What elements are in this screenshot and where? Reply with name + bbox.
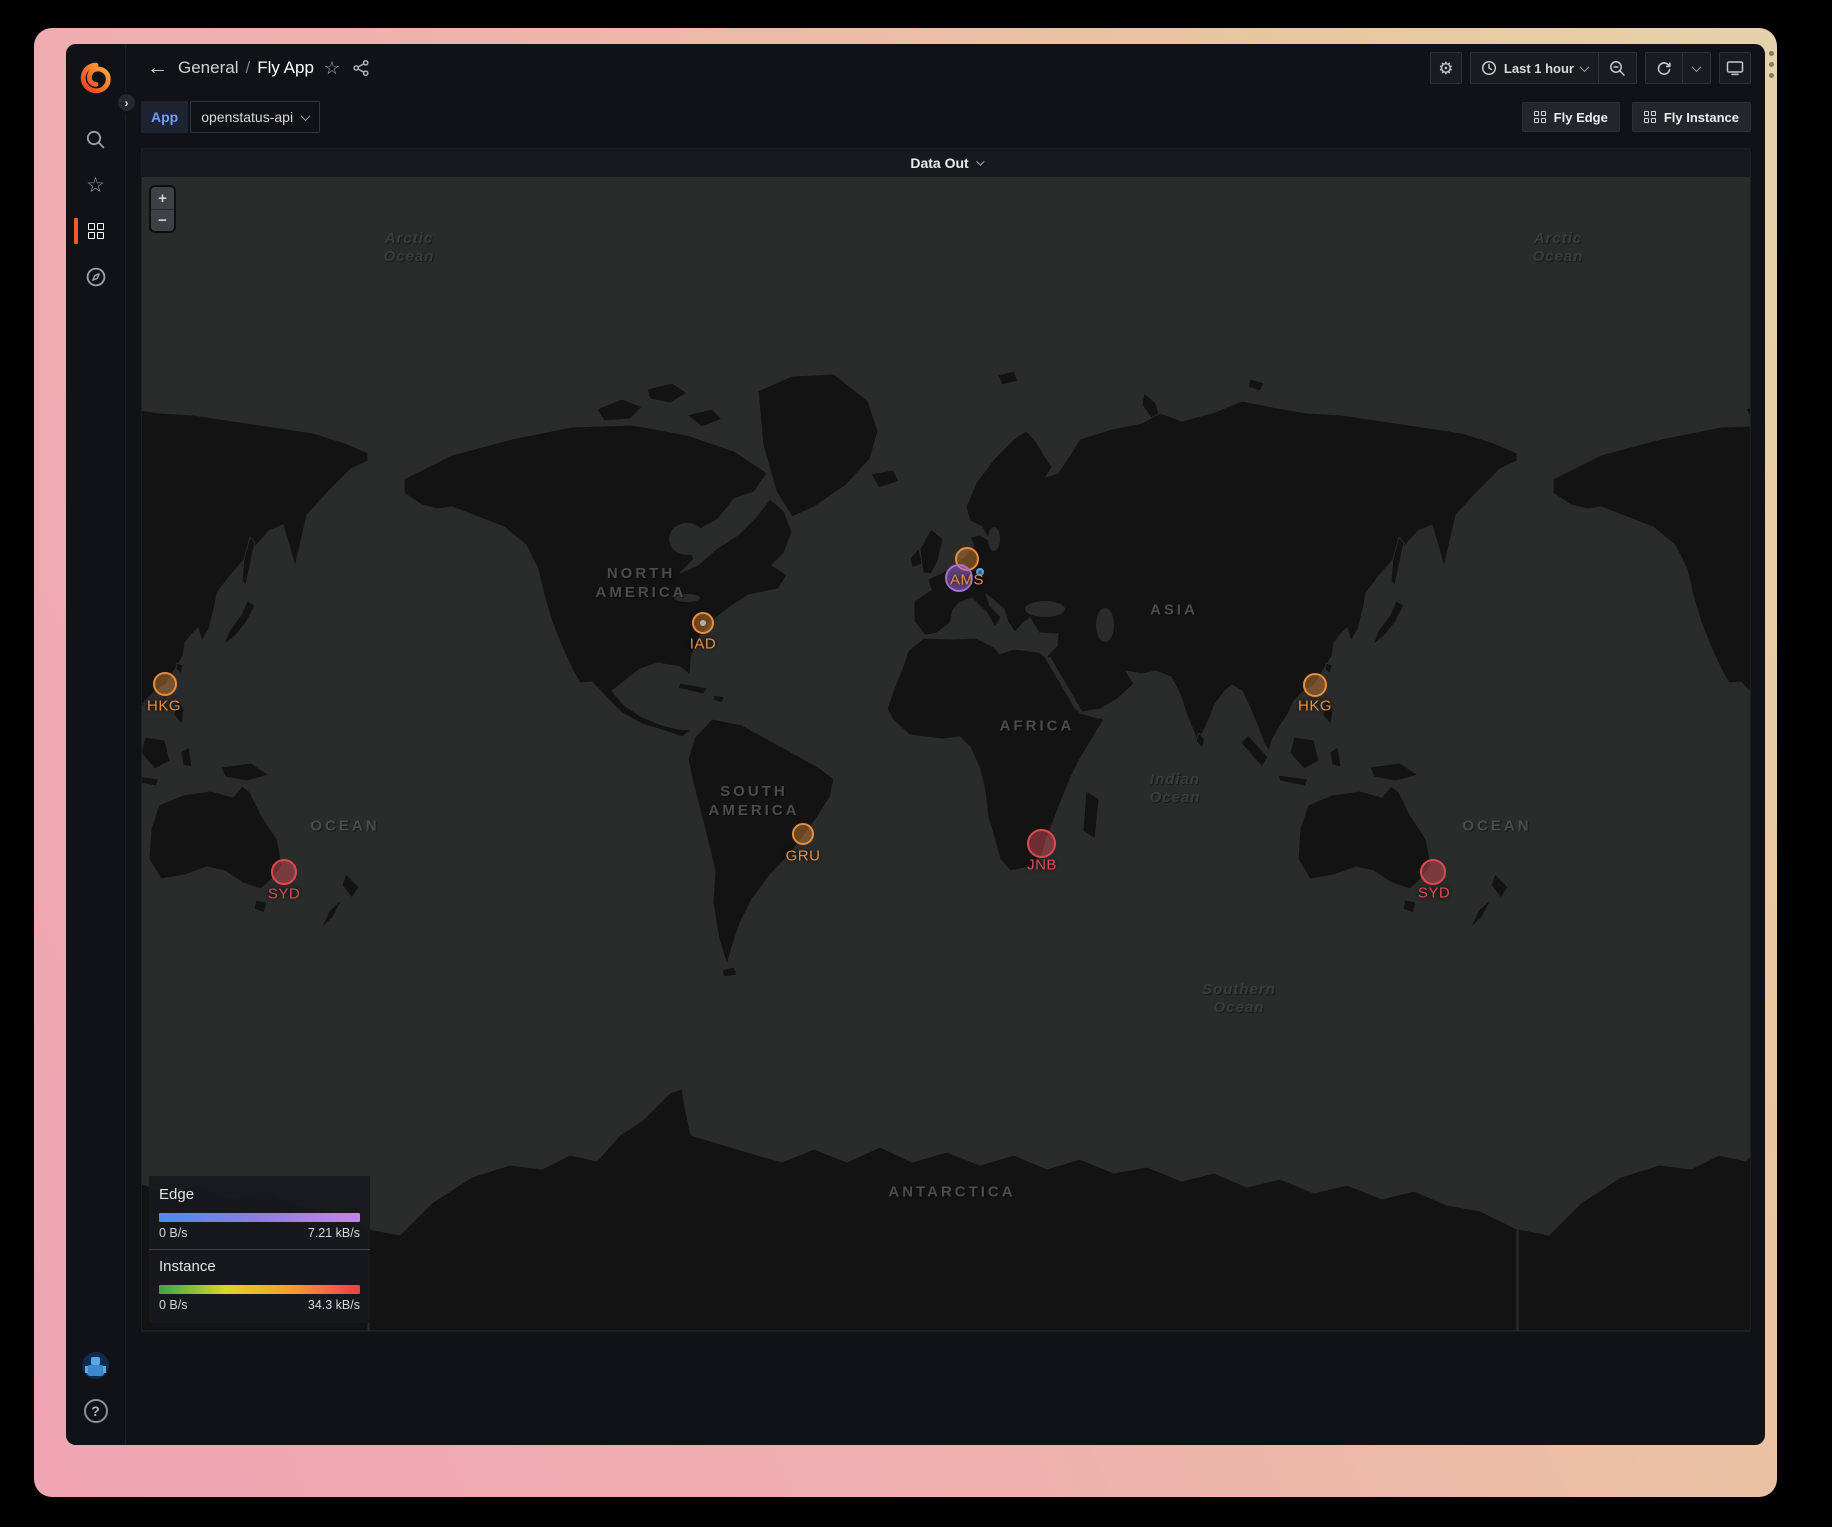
apps-grid-icon: [1534, 111, 1546, 123]
world-map[interactable]: ArcticOceanArcticOceanNORTHAMERICAASIAAF…: [142, 177, 1750, 1331]
link-fly-edge[interactable]: Fly Edge: [1522, 102, 1620, 132]
map-marker-syd[interactable]: [1420, 859, 1446, 885]
gear-icon: ⚙: [1438, 60, 1453, 77]
user-avatar[interactable]: [82, 1352, 109, 1379]
screenshot-gradient-frame: ☆ ? ›: [34, 28, 1777, 1497]
apps-grid-icon: [1644, 111, 1656, 123]
legend-max: 34.3 kB/s: [308, 1298, 360, 1312]
legend-section: Instance 0 B/s 34.3 kB/s: [149, 1249, 370, 1321]
breadcrumb-folder[interactable]: General: [178, 58, 238, 78]
map-zoom-in-button[interactable]: +: [151, 187, 174, 209]
compass-icon: [85, 266, 107, 288]
panel-header[interactable]: Data Out: [142, 149, 1750, 177]
clock-icon: [1481, 60, 1497, 76]
map-marker-gru[interactable]: [792, 823, 814, 845]
dashboard-links: Fly Edge Fly Instance: [1522, 102, 1751, 132]
legend-gradient-bar: [159, 1285, 360, 1294]
main-content: ← General / Fly App ☆: [127, 44, 1765, 1445]
time-range-label: Last 1 hour: [1504, 61, 1574, 76]
dashboards-grid-icon: [88, 223, 104, 239]
monitor-icon: [1726, 60, 1744, 76]
active-accent-bar: [74, 218, 78, 244]
sidebar-item-search[interactable]: [66, 116, 126, 162]
map-zoom-control: + −: [151, 187, 174, 231]
breadcrumb: General / Fly App: [178, 58, 314, 78]
panel-menu-chevron-icon: [976, 157, 984, 165]
zoom-out-time-button[interactable]: [1598, 53, 1636, 83]
grafana-logo-icon[interactable]: [80, 62, 112, 94]
map-marker-label: SYD: [268, 886, 300, 903]
map-marker-label: SYD: [1418, 885, 1450, 902]
map-zoom-out-button[interactable]: −: [151, 209, 174, 231]
map-marker-iad[interactable]: [700, 620, 706, 626]
variable-label[interactable]: App: [141, 101, 188, 133]
legend-min: 0 B/s: [159, 1298, 188, 1312]
variable-value-dropdown[interactable]: openstatus-api: [190, 101, 320, 133]
dashboard-settings-button[interactable]: ⚙: [1430, 52, 1462, 84]
refresh-button[interactable]: [1646, 53, 1682, 83]
map-marker-label: AMS: [950, 572, 984, 589]
zoom-out-icon: [1609, 60, 1626, 77]
share-icon: [352, 59, 370, 77]
map-marker-jnb[interactable]: [1027, 829, 1056, 858]
frame-dot: [1769, 51, 1774, 56]
refresh-icon: [1656, 60, 1672, 76]
map-marker-syd[interactable]: [271, 859, 297, 885]
frame-dot: [1769, 73, 1774, 78]
time-picker-group: Last 1 hour: [1470, 52, 1637, 84]
map-marker-label: IAD: [690, 636, 717, 653]
chevron-down-icon: [1692, 62, 1702, 72]
legend-section: Edge 0 B/s 7.21 kB/s: [149, 1178, 370, 1249]
legend-title: Instance: [159, 1258, 360, 1275]
legend-title: Edge: [159, 1186, 360, 1203]
search-icon: [85, 129, 106, 150]
sidebar: ☆ ?: [66, 44, 126, 1445]
sidebar-collapse-button[interactable]: ›: [115, 91, 138, 114]
submenu-row: App openstatus-api Fly Edge Fly Instance: [127, 92, 1765, 142]
map-marker-layer: AMS IAD HKG HKG GRU JNB SYD SYD: [142, 177, 1750, 1331]
refresh-group: [1645, 52, 1711, 84]
chevron-down-icon: [1580, 62, 1590, 72]
sidebar-item-explore[interactable]: [66, 254, 126, 300]
sidebar-item-starred[interactable]: ☆: [66, 162, 126, 208]
top-navbar: ← General / Fly App ☆: [127, 44, 1765, 92]
grafana-window: ☆ ? ›: [66, 44, 1765, 1445]
legend-min: 0 B/s: [159, 1226, 188, 1240]
help-label: ?: [91, 1403, 100, 1419]
tv-mode-button[interactable]: [1719, 52, 1751, 84]
geomap-panel: Data Out: [141, 148, 1751, 1332]
panel-title: Data Out: [910, 155, 968, 171]
sidebar-item-dashboards[interactable]: [66, 208, 126, 254]
map-marker-hkg[interactable]: [153, 672, 177, 696]
back-button[interactable]: ←: [147, 56, 168, 80]
help-button[interactable]: ?: [84, 1399, 108, 1423]
favorite-dashboard-button[interactable]: ☆: [324, 58, 340, 79]
legend-minmax: 0 B/s 34.3 kB/s: [159, 1298, 360, 1312]
variable-value: openstatus-api: [201, 109, 293, 125]
legend-max: 7.21 kB/s: [308, 1226, 360, 1240]
time-range-picker[interactable]: Last 1 hour: [1471, 53, 1598, 83]
map-legend: Edge 0 B/s 7.21 kB/s Instance 0 B/s 34.3 kB/s: [149, 1176, 370, 1323]
legend-minmax: 0 B/s 7.21 kB/s: [159, 1226, 360, 1240]
map-marker-label: HKG: [1298, 698, 1332, 715]
link-fly-instance[interactable]: Fly Instance: [1632, 102, 1751, 132]
star-icon: ☆: [86, 175, 105, 196]
chevron-down-icon: [301, 111, 311, 121]
avatar-figure: [91, 1357, 100, 1365]
toolbar-right: ⚙ Last 1 hour: [1430, 52, 1751, 84]
page-title: Fly App: [257, 58, 314, 78]
map-marker-label: GRU: [786, 848, 821, 865]
map-marker-hkg[interactable]: [1303, 673, 1327, 697]
frame-dot: [1769, 62, 1774, 67]
refresh-interval-dropdown[interactable]: [1682, 53, 1710, 83]
map-marker-label: HKG: [147, 698, 181, 715]
share-button[interactable]: [352, 59, 370, 77]
legend-gradient-bar: [159, 1213, 360, 1222]
breadcrumb-separator: /: [245, 58, 250, 78]
map-marker-label: JNB: [1027, 857, 1057, 874]
